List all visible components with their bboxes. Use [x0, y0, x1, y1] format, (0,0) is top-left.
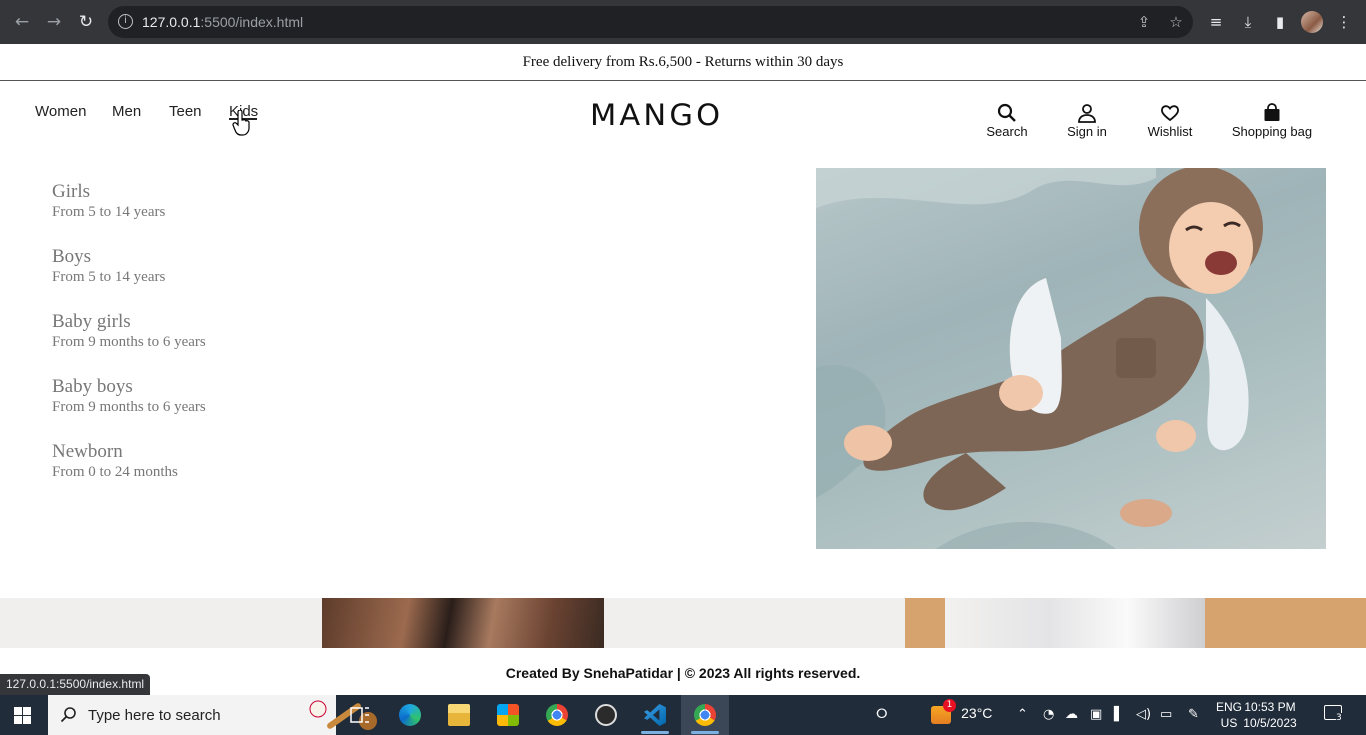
promo-banner: Free delivery from Rs.6,500 - Returns wi… [0, 44, 1366, 81]
banner-image-right[interactable] [905, 598, 1366, 648]
network-icon[interactable]: ◔ [1043, 707, 1054, 723]
search-icon [60, 707, 76, 723]
vscode-icon[interactable] [631, 695, 679, 735]
bag-icon [1264, 103, 1280, 121]
microsoft-store-icon[interactable] [484, 695, 532, 735]
download-icon[interactable]: ⤓ [1237, 11, 1259, 33]
windows-taskbar: Type here to search ⵔ 1 23°C ⌃ ◔ ☁ ▣ ▌ ◁… [0, 695, 1366, 735]
edge-browser-icon[interactable] [386, 695, 434, 735]
kids-hero-image[interactable] [816, 168, 1326, 549]
task-view-icon[interactable] [336, 695, 384, 735]
people-icon[interactable]: ⵔ [876, 707, 888, 723]
menu-teen[interactable]: Teen [169, 103, 202, 120]
footer-credit: Created By SnehaPatidar | © 2023 All rig… [505, 665, 861, 681]
heart-icon [1161, 105, 1179, 122]
system-clock[interactable]: 10:53 PM 10/5/2023 [1222, 699, 1318, 731]
baby-photo-illustration [816, 168, 1263, 549]
browser-menu-icon[interactable]: ⋮ [1333, 11, 1355, 33]
taskbar-search-box[interactable]: Type here to search [48, 695, 377, 735]
category-baby-girls[interactable]: Baby girls From 9 months to 6 years [52, 311, 206, 351]
menu-men[interactable]: Men [112, 103, 141, 120]
category-newborn[interactable]: Newborn From 0 to 24 months [52, 441, 178, 481]
microphone-icon[interactable]: ▌ [1114, 707, 1124, 723]
search-button[interactable]: Search [986, 103, 1028, 139]
side-panel-icon[interactable]: ▮ [1269, 11, 1291, 33]
category-boys[interactable]: Boys From 5 to 14 years [52, 246, 165, 286]
search-icon [997, 103, 1016, 122]
reading-list-icon[interactable]: ≡ [1205, 11, 1227, 33]
banner-image-left[interactable] [322, 598, 604, 648]
share-icon[interactable]: ⇪ [1135, 13, 1153, 31]
category-girls[interactable]: Girls From 5 to 14 years [52, 181, 165, 221]
hand-cursor-icon [232, 110, 250, 136]
battery-icon[interactable]: ▭ [1160, 707, 1172, 723]
chrome-icon[interactable] [533, 695, 581, 735]
chrome-active-window-icon[interactable] [681, 695, 729, 735]
shopping-bag-button[interactable]: Shopping bag [1230, 103, 1314, 139]
chevron-up-icon[interactable]: ⌃ [1017, 707, 1028, 723]
collection-banner-strip[interactable] [0, 598, 1366, 648]
link-status-bubble: 127.0.0.1:5500/index.html [0, 674, 151, 695]
user-icon [1078, 104, 1096, 123]
meet-now-icon[interactable]: ▣ [1090, 707, 1102, 723]
volume-icon[interactable]: ◁) [1136, 707, 1151, 723]
notification-count: 3 [1336, 713, 1342, 723]
onedrive-icon[interactable]: ☁ [1065, 707, 1078, 723]
windows-start-icon[interactable] [14, 707, 32, 724]
weather-widget[interactable]: 1 23°C [931, 699, 992, 724]
browser-toolbar: ← → ↻ i 127.0.0.1:5500/index.html ⇪ ☆ ≡ … [0, 0, 1366, 44]
file-explorer-icon[interactable] [435, 695, 483, 735]
weather-badge: 1 [943, 699, 956, 712]
back-arrow-icon[interactable]: ← [11, 11, 33, 33]
wishlist-button[interactable]: Wishlist [1146, 103, 1194, 139]
pen-icon[interactable]: ✎ [1188, 707, 1199, 723]
address-bar[interactable]: i 127.0.0.1:5500/index.html ⇪ ☆ [108, 6, 1193, 38]
site-info-icon[interactable]: i [118, 14, 133, 29]
forward-arrow-icon[interactable]: → [43, 11, 65, 33]
mango-logo[interactable]: MANGO [590, 100, 743, 130]
notification-center-icon[interactable]: 3 [1324, 705, 1342, 725]
obs-studio-icon[interactable] [582, 695, 630, 735]
sign-in-button[interactable]: Sign in [1066, 103, 1108, 139]
address-url[interactable]: 127.0.0.1:5500/index.html [142, 14, 303, 30]
category-baby-boys[interactable]: Baby boys From 9 months to 6 years [52, 376, 206, 416]
profile-avatar[interactable] [1301, 11, 1323, 33]
bookmark-star-icon[interactable]: ☆ [1167, 13, 1185, 31]
reload-icon[interactable]: ↻ [75, 11, 97, 33]
menu-women[interactable]: Women [35, 103, 86, 120]
